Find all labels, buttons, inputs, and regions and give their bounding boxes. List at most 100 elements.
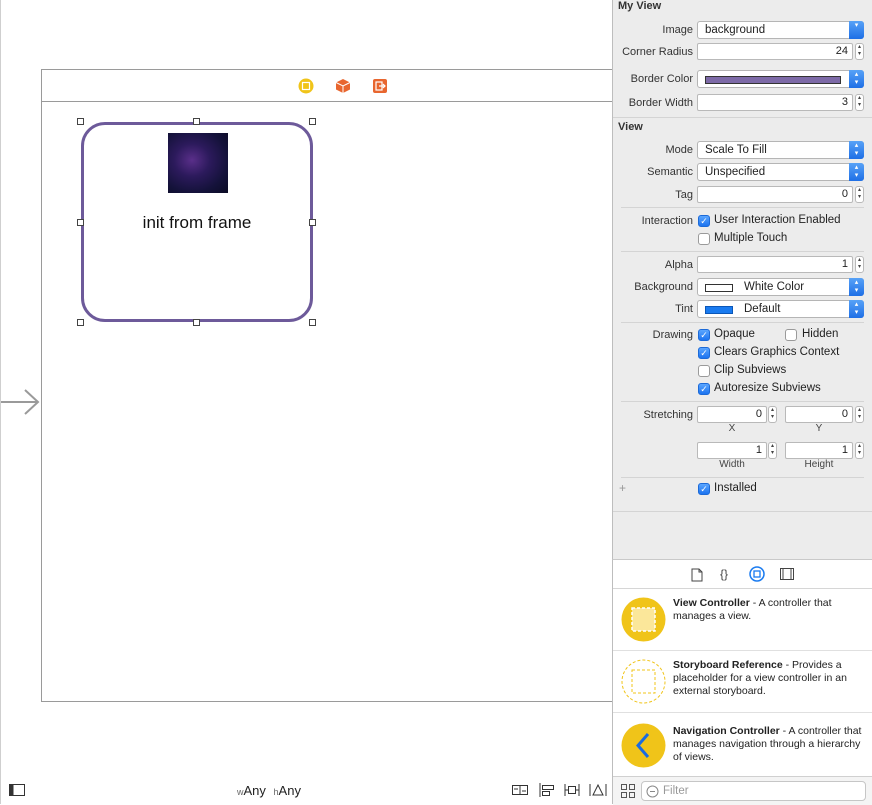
border-width-stepper[interactable]: ▴ ▾ [855, 94, 864, 111]
border-color-label: Border Color [630, 73, 693, 85]
filter-icon [646, 785, 659, 798]
multiple-touch-checkbox[interactable] [698, 233, 710, 245]
stretch-width-field[interactable]: 1 [697, 442, 767, 459]
corner-radius-field[interactable]: 24 [697, 43, 853, 60]
library-item-title: Navigation Controller [673, 725, 780, 737]
view-label: init from frame [142, 213, 252, 232]
attributes-inspector: My View Image background ▾ Corner Radius… [612, 0, 872, 559]
clip-subviews-label: Clip Subviews [714, 364, 787, 376]
border-color-popup[interactable]: ▴ ▾ [697, 70, 864, 88]
divider [621, 251, 864, 252]
stretch-x-stepper[interactable]: ▴ ▾ [768, 406, 777, 423]
divider [621, 401, 864, 402]
resize-handle-bottom-right[interactable] [309, 319, 316, 326]
media-library-icon[interactable] [780, 568, 794, 580]
chevron-down-icon: ▾ [849, 21, 864, 39]
semantic-popup[interactable]: Unspecified ▴ ▾ [697, 163, 864, 181]
code-snippet-icon[interactable]: {} [720, 567, 728, 581]
view-controller-scene[interactable]: init from frame [41, 69, 613, 702]
object-library-icon[interactable] [749, 566, 765, 582]
clip-subviews-checkbox[interactable] [698, 365, 710, 377]
library-item-storyboard-reference[interactable]: Storyboard Reference - Provides a placeh… [613, 651, 872, 713]
stretch-height-stepper[interactable]: ▴ ▾ [855, 442, 864, 459]
pin-icon[interactable] [564, 783, 580, 797]
resolve-auto-layout-issues-icon[interactable] [589, 783, 607, 797]
size-class-h-value: Any [278, 783, 301, 798]
resize-handle-top[interactable] [193, 118, 200, 125]
border-width-field[interactable]: 3 [697, 94, 853, 111]
mode-label: Mode [665, 144, 693, 156]
stretch-height-label: Height [804, 459, 834, 470]
opaque-checkbox[interactable]: ✓ [698, 329, 710, 341]
chevron-updown-icon: ▴ ▾ [849, 163, 864, 181]
interaction-label: Interaction [641, 215, 693, 227]
view-controller-icon[interactable] [298, 78, 314, 94]
opaque-label: Opaque [714, 328, 755, 340]
alpha-label: Alpha [664, 259, 693, 271]
object-library: {} View Controller - A controller that m… [612, 559, 872, 805]
divider [613, 511, 872, 512]
image-combo[interactable]: background ▾ [697, 21, 864, 39]
document-outline-toggle-icon[interactable] [9, 784, 25, 796]
library-item-navigation-controller[interactable]: Navigation Controller - A controller tha… [613, 713, 872, 776]
scene-dock [42, 70, 613, 102]
installed-label: Installed [714, 482, 757, 494]
tint-color-swatch [705, 306, 733, 314]
tag-field[interactable]: 0 [697, 186, 853, 203]
hidden-checkbox[interactable] [785, 329, 797, 341]
corner-radius-stepper[interactable]: ▴ ▾ [855, 43, 864, 60]
stretch-width-stepper[interactable]: ▴ ▾ [768, 442, 777, 459]
library-filter-bar: Filter [613, 776, 872, 805]
stretch-height-field[interactable]: 1 [785, 442, 853, 459]
filter-placeholder: Filter [663, 785, 689, 797]
resize-handle-top-right[interactable] [309, 118, 316, 125]
background-popup[interactable]: White Color ▴ ▾ [697, 278, 864, 296]
image-label: Image [662, 24, 693, 36]
tint-popup[interactable]: Default ▴ ▾ [697, 300, 864, 318]
mode-popup[interactable]: Scale To Fill ▴ ▾ [697, 141, 864, 159]
installed-checkbox[interactable]: ✓ [698, 483, 710, 495]
add-variation-button[interactable]: + [619, 481, 626, 495]
exit-icon[interactable] [372, 78, 388, 94]
stretching-label: Stretching [643, 409, 693, 421]
stretch-y-field[interactable]: 0 [785, 406, 853, 423]
storyboard-reference-icon [621, 659, 666, 704]
user-interaction-label: User Interaction Enabled [714, 214, 841, 226]
chevron-updown-icon: ▴ ▾ [849, 141, 864, 159]
chevron-updown-icon: ▴ ▾ [849, 300, 864, 318]
resize-handle-bottom-left[interactable] [77, 319, 84, 326]
first-responder-icon[interactable] [335, 78, 351, 94]
filter-field[interactable]: Filter [641, 781, 866, 801]
storyboard-canvas[interactable]: init from frame wAny hAny [0, 0, 613, 804]
corner-radius-label: Corner Radius [622, 46, 693, 58]
stretch-x-label: X [728, 423, 736, 434]
file-template-icon[interactable] [691, 568, 703, 582]
multiple-touch-label: Multiple Touch [714, 232, 788, 244]
tag-label: Tag [675, 189, 693, 201]
size-class-selector[interactable]: wAny hAny [237, 783, 301, 798]
stretch-y-stepper[interactable]: ▴ ▾ [855, 406, 864, 423]
stretch-x-field[interactable]: 0 [697, 406, 767, 423]
user-interaction-checkbox[interactable]: ✓ [698, 215, 710, 227]
alpha-field[interactable]: 1 [697, 256, 853, 273]
clears-graphics-context-label: Clears Graphics Context [714, 346, 840, 358]
resize-handle-top-left[interactable] [77, 118, 84, 125]
tag-stepper[interactable]: ▴ ▾ [855, 186, 864, 203]
library-item-text: Navigation Controller - A controller tha… [673, 725, 865, 764]
stack-icon[interactable] [512, 783, 528, 797]
autoresize-subviews-checkbox[interactable]: ✓ [698, 383, 710, 395]
clears-graphics-context-checkbox[interactable]: ✓ [698, 347, 710, 359]
resize-handle-right[interactable] [309, 219, 316, 226]
grid-view-icon[interactable] [621, 784, 635, 798]
navigation-controller-icon [621, 723, 666, 768]
resize-handle-bottom[interactable] [193, 319, 200, 326]
resize-handle-left[interactable] [77, 219, 84, 226]
align-icon[interactable] [539, 783, 555, 797]
my-view[interactable]: init from frame [81, 122, 313, 322]
section-divider [613, 117, 872, 118]
library-item-view-controller[interactable]: View Controller - A controller that mana… [613, 589, 872, 651]
alpha-stepper[interactable]: ▴ ▾ [855, 256, 864, 273]
my-view-section-title: My View [618, 0, 662, 12]
tint-value: Default [744, 303, 781, 315]
library-item-text: Storyboard Reference - Provides a placeh… [673, 659, 865, 698]
